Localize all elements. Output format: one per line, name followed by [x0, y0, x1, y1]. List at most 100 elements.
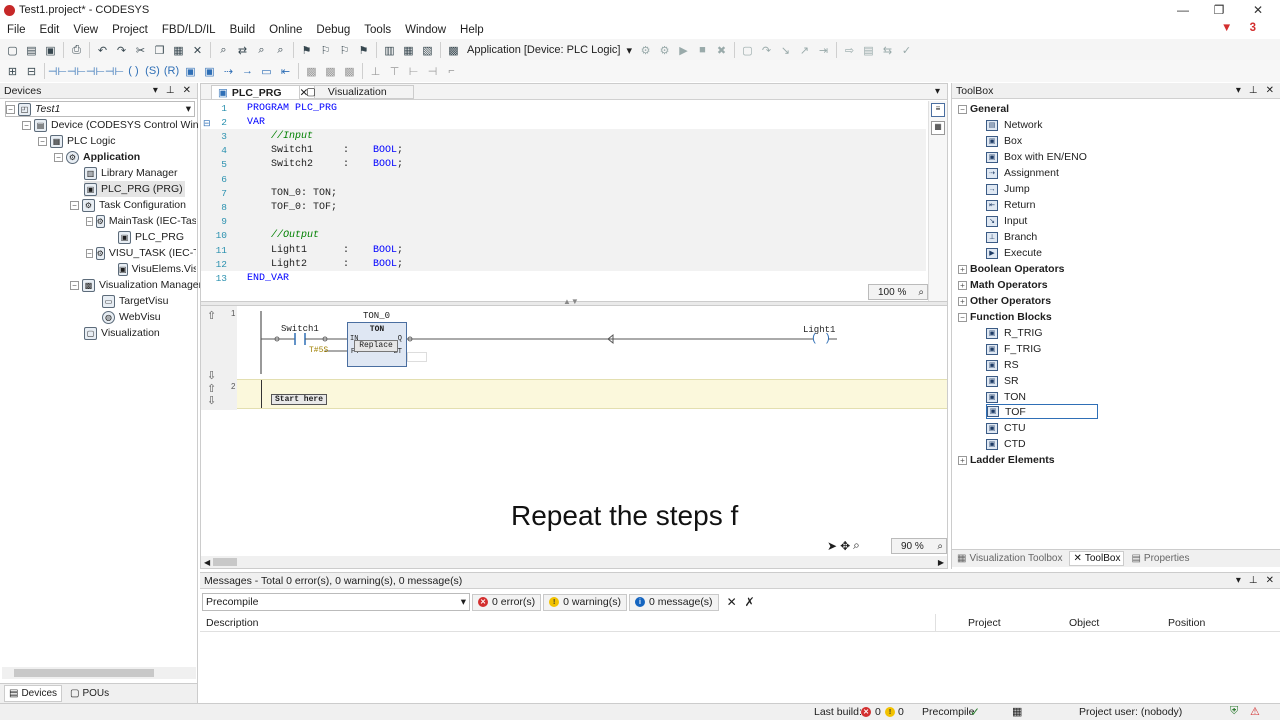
new-file-icon[interactable]: ▢ — [5, 42, 21, 58]
insert-reset-coil-icon[interactable]: (R) — [164, 63, 180, 79]
branch-end-icon[interactable]: ⊤ — [387, 63, 403, 79]
col-position[interactable]: Position — [1168, 617, 1205, 629]
category-general[interactable]: − General — [958, 101, 1009, 117]
menu-project[interactable]: Project — [105, 24, 155, 36]
force-icon[interactable]: ⇨ — [842, 42, 858, 58]
network-1-rung[interactable] — [237, 306, 947, 379]
replace-icon[interactable]: ⇄ — [235, 42, 251, 58]
visualization-toolbox-tab[interactable]: ▦ Visualization Toolbox — [954, 552, 1065, 565]
code-line[interactable]: 12 Light2 : BOOL; — [201, 257, 926, 272]
start-here-marker[interactable]: Start here — [271, 394, 328, 405]
et-output-field[interactable] — [407, 352, 427, 362]
branch-icon[interactable]: ⊥ — [368, 63, 384, 79]
menu-view[interactable]: View — [66, 24, 105, 36]
tree-item-visu-task[interactable]: −⚙VISU_TASK (IEC-Tasks) — [86, 245, 196, 261]
tree-item-task-configuration[interactable]: − ⚙ Task Configuration — [70, 197, 186, 213]
insert-contact-icon[interactable]: ⊣⊢ — [48, 63, 67, 79]
errors-filter-button[interactable]: ✕ 0 error(s) — [472, 593, 542, 611]
toolbox-item-network[interactable]: ▤ Network — [986, 117, 1043, 133]
cut-icon[interactable]: ✂ — [133, 42, 149, 58]
tree-item-web-visu[interactable]: ◍ WebVisu — [102, 309, 161, 325]
warnings-filter-button[interactable]: ! 0 warning(s) — [543, 593, 627, 611]
toolbox-item-ctu[interactable]: ▣ CTU — [986, 420, 1026, 436]
devices-hscrollbar[interactable] — [2, 667, 196, 679]
code-line[interactable]: 9 — [201, 214, 926, 229]
pous-tab[interactable]: ▢ POUs — [66, 686, 113, 701]
ladder-editor[interactable]: ⇧ 1 ⇩ ⇧ ⇩ 2 Switch1 TON_0 TON IN Q PT ET… — [201, 306, 947, 556]
toolbox-item-tof[interactable]: ▣ TOF — [986, 404, 1098, 419]
bookmark-next-icon[interactable]: ⚐ — [318, 42, 334, 58]
project-user[interactable]: Project user: (nobody) — [1079, 706, 1182, 718]
code-line[interactable]: 5 Switch2 : BOOL; — [201, 157, 926, 172]
zoom-icon[interactable]: ⌕ — [937, 541, 943, 552]
menu-file[interactable]: File — [0, 24, 33, 36]
open-folder-icon[interactable]: ▤ — [24, 42, 40, 58]
scroll-right-icon[interactable]: ▶ — [938, 558, 944, 567]
toolbox-item-sr[interactable]: ▣ SR — [986, 373, 1019, 389]
textual-view-icon[interactable]: ≡ — [931, 103, 945, 117]
code-line[interactable]: 7 TON_0: TON; — [201, 186, 926, 201]
toolbox-item-ctd[interactable]: ▣ CTD — [986, 436, 1026, 452]
insert-box-icon[interactable]: ▣ — [183, 63, 199, 79]
negate-icon[interactable]: ▩ — [304, 63, 320, 79]
paste-icon[interactable]: ▦ — [171, 42, 187, 58]
code-line[interactable]: 13 END_VAR — [201, 271, 926, 285]
toolbox-item-execute[interactable]: ▶ Execute — [986, 245, 1042, 261]
message-source-select[interactable]: Precompile ▾ — [202, 593, 470, 611]
insert-label-icon[interactable]: ▭ — [259, 63, 275, 79]
tree-item-visu-task-call[interactable]: ▣VisuElems.Visu_ — [118, 261, 196, 277]
parallel-branch-icon[interactable]: ⊢ — [406, 63, 422, 79]
insert-assignment-icon[interactable]: ⇢ — [221, 63, 237, 79]
cursor-run-icon[interactable]: ⇥ — [816, 42, 832, 58]
network-status-icon[interactable]: ▦ — [1012, 705, 1022, 718]
menu-window[interactable]: Window — [398, 24, 453, 36]
category-ladder-elements[interactable]: + Ladder Elements — [958, 452, 1055, 468]
find-prev-icon[interactable]: ⌕ — [273, 42, 289, 58]
code-line[interactable]: 2 VAR — [201, 115, 926, 129]
fb-instance-label[interactable]: TON_0 — [363, 311, 390, 321]
insert-return-icon[interactable]: ⇤ — [278, 63, 294, 79]
menu-help[interactable]: Help — [453, 24, 491, 36]
edge-detect-icon[interactable]: ▩ — [323, 63, 339, 79]
find-next-icon[interactable]: ⌕ — [254, 42, 270, 58]
warning-indicator[interactable]: ▼ 3 — [1207, 22, 1270, 34]
unforce-icon[interactable]: ⇆ — [880, 42, 896, 58]
tree-item-application[interactable]: − ⚙ Application — [54, 149, 140, 165]
tree-item-target-visu[interactable]: ▭ TargetVisu — [102, 293, 168, 309]
panel-menu-icon[interactable]: ▾ — [153, 85, 158, 96]
tabular-view-icon[interactable]: ▦ — [931, 121, 945, 135]
toolbox-item-r-trig[interactable]: ▣ R_TRIG — [986, 325, 1043, 341]
insert-network-below-icon[interactable]: ⊟ — [24, 63, 40, 79]
bookmark-icon[interactable]: ⚑ — [299, 42, 315, 58]
active-application-select[interactable]: Application [Device: PLC Logic] ▾ — [463, 44, 636, 57]
declaration-editor[interactable]: ⊟ 1 PROGRAM PLC_PRG 2 VAR 3 //Input 4 Switch1… — [201, 101, 928, 301]
menu-debug[interactable]: Debug — [309, 24, 357, 36]
close-panel-icon[interactable]: ✕ — [1266, 575, 1274, 586]
delete-icon[interactable]: ✕ — [190, 42, 206, 58]
close-panel-icon[interactable]: ✕ — [183, 85, 191, 96]
insert-coil-icon[interactable]: ( ) — [126, 63, 142, 79]
tree-item-library-manager[interactable]: ▥ Library Manager — [84, 165, 177, 181]
insert-set-coil-icon[interactable]: (S) — [145, 63, 161, 79]
tree-item-visualization[interactable]: ▢ Visualization — [84, 325, 160, 341]
panel-menu-icon[interactable]: ▾ — [1236, 575, 1241, 586]
toolbox-item-return[interactable]: ⇤ Return — [986, 197, 1036, 213]
pin-icon[interactable]: ⊥ — [166, 85, 175, 96]
toolbox-item-ton[interactable]: ▣ TON — [986, 389, 1026, 405]
decl-zoom-control[interactable]: 100 % ⌕ — [868, 284, 928, 300]
toolbox-item-box-en-eno[interactable]: ▣ Box with EN/ENO — [986, 149, 1087, 165]
stop-icon[interactable]: ■ — [695, 42, 711, 58]
tree-item-plc-logic[interactable]: − ▦ PLC Logic — [38, 133, 115, 149]
menu-build[interactable]: Build — [223, 24, 263, 36]
redo-icon[interactable]: ↷ — [114, 42, 130, 58]
toolbox-tab[interactable]: ✕ ToolBox — [1069, 551, 1125, 566]
col-object[interactable]: Object — [1069, 617, 1099, 629]
toolbox-item-f-trig[interactable]: ▣ F_TRIG — [986, 341, 1041, 357]
col-project[interactable]: Project — [968, 617, 1001, 629]
category-other-operators[interactable]: + Other Operators — [958, 293, 1051, 309]
insert-parallel-contact-icon[interactable]: ⊣⊢ — [86, 63, 105, 79]
pin-icon[interactable]: ⊥ — [1249, 85, 1258, 96]
code-line[interactable]: 1 PROGRAM PLC_PRG — [201, 101, 926, 115]
bookmark-clear-icon[interactable]: ⚑ — [356, 42, 372, 58]
step-out-icon[interactable]: ↗ — [797, 42, 813, 58]
